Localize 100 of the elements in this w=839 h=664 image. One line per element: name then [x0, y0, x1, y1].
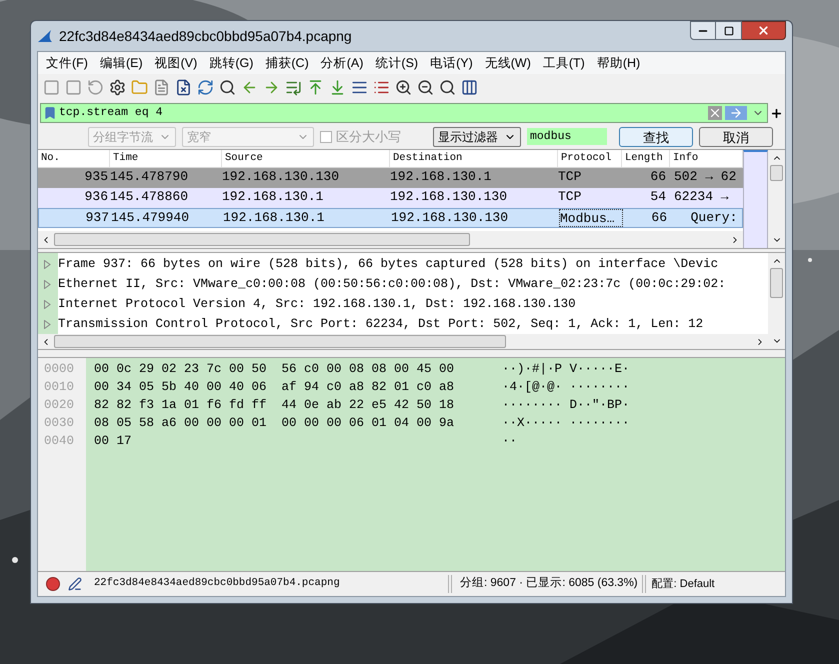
table-cell-text: 192.168.130.1 [222, 188, 324, 206]
packet-count: 分组: 9607 · 已显示: 6085 (63.3%) [460, 576, 638, 592]
file-icon[interactable] [153, 79, 170, 96]
maximize-icon [724, 26, 734, 36]
table-cell-text: 502 → 62 [673, 168, 738, 186]
hex-bytes: 00 34 05 5b 40 00 40 06 af 94 c0 a8 82 01 c0 a8 [94, 379, 456, 396]
search-field[interactable]: modbus [527, 128, 607, 145]
table-cell: Modbus… [559, 209, 623, 227]
scroll-thumb[interactable] [770, 165, 783, 181]
tree-row[interactable]: Frame 937: 66 bytes on wire (528 bits), 66 bytes captured (528 bits) on interface \Devic [40, 254, 768, 274]
column-header[interactable]: Protocol [558, 150, 622, 167]
table-cell-text: 54 [649, 188, 667, 206]
ascii-text: ········ D··"·BP· [502, 397, 630, 414]
table-cell-text: TCP [558, 188, 582, 206]
stop-icon[interactable] [65, 79, 82, 96]
zoom-reset-icon[interactable] [439, 79, 456, 96]
menu-item[interactable]: 电话(Y) [424, 54, 479, 72]
minimize-button[interactable] [690, 21, 716, 40]
horizontal-scrollbar[interactable] [38, 231, 743, 248]
restart-icon[interactable] [87, 79, 104, 96]
ascii-text: ·4·[@·@· ········ [502, 379, 630, 396]
column-header[interactable]: No. [38, 150, 110, 167]
file-name: 22fc3d84e8434aed89cbc0bbd95a07b4.pcapng [94, 576, 341, 592]
zoom-in-icon[interactable] [395, 79, 412, 96]
table-cell-text: 192.168.130.130 [391, 209, 510, 227]
menu-item[interactable]: 跳转(G) [203, 54, 260, 72]
vertical-scrollbar[interactable] [768, 253, 785, 349]
table-cell-text: 935 [84, 168, 109, 186]
menu-item[interactable]: 捕获(C) [259, 54, 315, 72]
search-icon[interactable] [219, 79, 236, 96]
back-arrow-icon[interactable] [241, 79, 258, 96]
dropdown[interactable]: 显示过滤器 [433, 126, 521, 146]
menu-item[interactable]: 工具(T) [536, 54, 591, 72]
offset-label: 0000 [43, 361, 76, 378]
offset-label: 0040 [43, 433, 76, 450]
table-cell-text: 936 [84, 188, 109, 206]
offset-label: 0020 [43, 397, 76, 414]
table-cell-text: 145.479940 [111, 209, 190, 227]
tree-row[interactable]: Transmission Control Protocol, Src Port: 62234, Dst Port: 502, Seq: 1, Ack: 1, Len: 12 [40, 314, 768, 334]
go-to-icon[interactable] [285, 79, 302, 96]
vertical-scrollbar[interactable] [768, 150, 785, 248]
menu-item[interactable]: 统计(S) [369, 54, 424, 72]
zoom-out-icon[interactable] [417, 79, 434, 96]
detail-text: Internet Protocol Version 4, Src: 192.168.130.1, Dst: 192.168.130.130 [58, 296, 576, 313]
menu-item[interactable]: 编辑(E) [94, 54, 149, 72]
column-header[interactable]: Length [622, 150, 670, 167]
profile-label: 配置: Default [652, 576, 715, 592]
horizontal-scrollbar[interactable] [38, 334, 768, 349]
packet-row[interactable]: 936 145.478860 192.168.130.1 192.168.130.130 TCP 54 62234 → [38, 188, 743, 208]
detail-text: Frame 937: 66 bytes on wire (528 bits), 66 bytes captured (528 bits) on interface \Devic [58, 256, 718, 273]
hex-bytes: 08 05 58 a6 00 00 00 01 00 00 00 06 01 04 00 9a [94, 415, 456, 432]
tree-row[interactable]: Internet Protocol Version 4, Src: 192.168.130.1, Dst: 192.168.130.130 [40, 294, 768, 314]
tree-row[interactable]: Ethernet II, Src: VMware_c0:00:08 (00:50:56:c0:00:08), Dst: VMware_02:23:7c (00:0c:29:02: [40, 274, 768, 294]
resize-columns-icon[interactable] [461, 79, 478, 96]
table-cell-text: 145.478790 [110, 168, 190, 186]
column-header[interactable]: Destination [390, 150, 558, 167]
close-file-icon[interactable] [175, 79, 192, 96]
detail-text: Transmission Control Protocol, Src Port: 62234, Dst Port: 502, Seq: 1, Ack: 1, Len: 12 [58, 316, 704, 333]
menu-item[interactable]: 无线(W) [478, 54, 537, 72]
scroll-thumb[interactable] [770, 268, 783, 298]
pencil-icon[interactable] [68, 577, 82, 591]
menu-item[interactable]: 文件(F) [40, 54, 94, 72]
colorize-icon[interactable] [373, 79, 390, 96]
expand-triangle-icon[interactable] [43, 300, 51, 308]
apply-icon[interactable] [725, 106, 747, 120]
table-cell-text: 66 [649, 168, 667, 186]
bookmark-icon[interactable] [43, 106, 57, 120]
scroll-thumb[interactable] [54, 335, 506, 348]
packet-row[interactable]: 935 145.478790 192.168.130.130 192.168.130.1 TCP 66 502 → 62 [38, 168, 743, 188]
add-icon[interactable] [770, 106, 783, 120]
table-cell-text: 62234 → [673, 188, 730, 206]
menu-item[interactable]: 分析(A) [314, 54, 370, 72]
offset-label: 0010 [43, 379, 76, 396]
first-icon[interactable] [307, 79, 324, 96]
autoscroll-icon[interactable] [351, 79, 368, 96]
close-button[interactable] [742, 21, 786, 40]
expand-triangle-icon[interactable] [43, 280, 51, 288]
hex-bytes: 82 82 f3 1a 01 f6 fd ff 44 0e ab 22 e5 42 50 18 [94, 397, 456, 414]
reload-icon[interactable] [197, 79, 214, 96]
display-filter-field[interactable]: tcp.stream eq 4 [40, 103, 768, 123]
close-icon [757, 24, 770, 37]
expand-triangle-icon[interactable] [43, 320, 51, 328]
record-icon[interactable] [46, 577, 60, 591]
scroll-thumb[interactable] [54, 233, 470, 246]
column-header[interactable]: Time [110, 150, 222, 167]
menu-item[interactable]: 视图(V) [148, 54, 204, 72]
clear-icon[interactable] [708, 106, 722, 120]
cancel-button[interactable]: 取消 [699, 126, 773, 146]
column-header[interactable]: Source [222, 150, 390, 167]
last-icon[interactable] [329, 79, 346, 96]
expand-triangle-icon[interactable] [43, 260, 51, 268]
table-cell-text: Query: [690, 209, 738, 227]
ascii-text: ·· [502, 433, 518, 450]
menu-item[interactable]: 帮助(H) [590, 54, 646, 72]
table-cell-text: 937 [84, 209, 110, 227]
gear-icon[interactable] [109, 79, 126, 96]
maximize-button[interactable] [716, 21, 742, 40]
hex-bytes: 00 17 [94, 433, 133, 450]
find-button[interactable]: 查找 [619, 126, 693, 146]
packet-row[interactable]: 937 145.479940 192.168.130.1 192.168.130.130 Modbus… 66 Query: [38, 208, 743, 228]
